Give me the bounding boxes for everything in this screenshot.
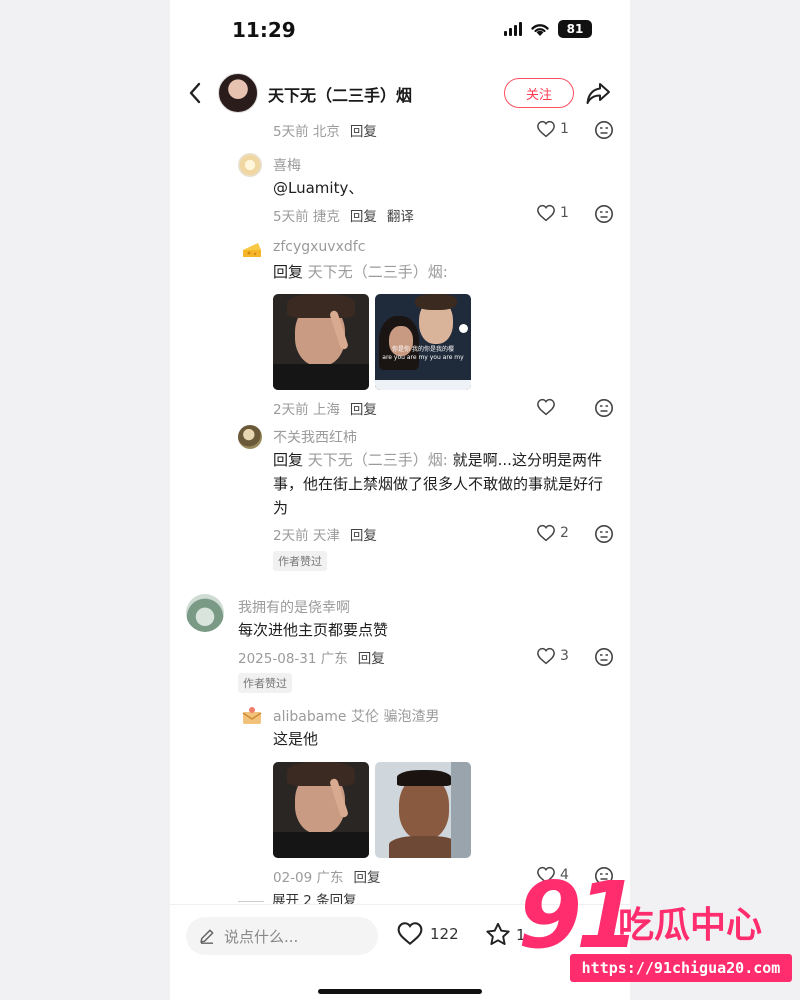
comment-text: 回复 天下无（二三手）烟: 就是啊...这分明是两件 事，他在街上禁烟做了很多人… bbox=[273, 451, 604, 517]
star-icon bbox=[486, 922, 510, 946]
author-liked-badge: 作者赞过 bbox=[273, 551, 327, 571]
comment-text: 这是他 bbox=[273, 730, 319, 748]
comment-text: 每次进他主页都要点赞 bbox=[238, 621, 389, 639]
comment-meta: 2天前 上海 回复 bbox=[273, 402, 377, 418]
back-icon[interactable] bbox=[184, 80, 208, 106]
heart-icon bbox=[537, 524, 555, 542]
follow-button[interactable]: 关注 bbox=[504, 78, 574, 108]
like-button[interactable]: 1 bbox=[536, 204, 569, 222]
battery-indicator: 81 bbox=[558, 20, 592, 38]
heart-icon bbox=[397, 922, 423, 946]
user-avatar[interactable] bbox=[238, 425, 262, 449]
reply-target[interactable]: 天下无（二三手）烟: bbox=[308, 451, 448, 469]
like-button[interactable]: 3 bbox=[536, 647, 569, 665]
author-liked-badge: 作者赞过 bbox=[238, 673, 292, 693]
reply-target[interactable]: 天下无（二三手）烟: bbox=[308, 263, 448, 281]
user-avatar[interactable] bbox=[240, 704, 264, 728]
reply-link[interactable]: 回复 bbox=[350, 528, 377, 544]
comment-image[interactable] bbox=[273, 294, 369, 390]
user-avatar[interactable] bbox=[238, 153, 262, 177]
like-button[interactable] bbox=[536, 398, 556, 416]
comment-text: 回复 天下无（二三手）烟: bbox=[273, 263, 448, 281]
dislike-emoji-icon[interactable] bbox=[594, 398, 614, 418]
heart-icon bbox=[537, 647, 555, 665]
comment-image[interactable]: 你是你 我的你是我的樱 are you are my you are my bbox=[375, 294, 471, 390]
comment-image[interactable] bbox=[375, 762, 471, 858]
user-avatar[interactable] bbox=[240, 238, 264, 262]
user-avatar[interactable] bbox=[186, 594, 224, 632]
comment-input[interactable]: 说点什么... bbox=[186, 917, 378, 955]
comment-username[interactable]: alibabame 艾伦 骗泡渣男 bbox=[273, 706, 439, 726]
header: 天下无（二三手）烟 关注 bbox=[170, 68, 630, 118]
comment-meta: 5天前 捷克 回复 翻译 bbox=[273, 209, 414, 225]
share-icon[interactable] bbox=[584, 80, 612, 106]
reply-link[interactable]: 回复 bbox=[350, 402, 377, 418]
signal-icon bbox=[504, 22, 522, 36]
watermark-logo: 91 吃瓜中心 https://91chigua20.com bbox=[510, 866, 796, 990]
watermark-url: https://91chigua20.com bbox=[570, 954, 792, 982]
comment-meta: 02-09 广东 回复 bbox=[273, 870, 381, 886]
dislike-emoji-icon[interactable] bbox=[594, 120, 614, 140]
comment-meta: 5天前 北京 回复 bbox=[273, 124, 377, 140]
comment-image[interactable] bbox=[273, 762, 369, 858]
like-button[interactable]: 1 bbox=[536, 120, 569, 138]
post-like-button[interactable]: 122 bbox=[396, 921, 459, 946]
watermark-brand: 吃瓜中心 bbox=[618, 905, 763, 946]
comment-meta: 2025-08-31 广东 回复 bbox=[238, 651, 385, 667]
reply-link[interactable]: 回复 bbox=[350, 124, 377, 140]
pencil-icon bbox=[200, 929, 214, 944]
wifi-icon bbox=[531, 23, 549, 36]
heart-icon bbox=[537, 204, 555, 222]
watermark-number: 91 bbox=[518, 862, 640, 969]
comment-text: @Luamity、 bbox=[273, 179, 364, 197]
phone-screen: 11:29 81 天下无（二三手）烟 关注 5天前 北京 回复 1 喜梅 @Lua… bbox=[170, 0, 630, 1000]
dislike-emoji-icon[interactable] bbox=[594, 647, 614, 667]
expand-replies[interactable]: 展开 2 条回复 bbox=[238, 889, 357, 904]
status-time: 11:29 bbox=[232, 18, 296, 42]
comment-username[interactable]: 我拥有的是侥幸啊 bbox=[238, 597, 350, 617]
author-title[interactable]: 天下无（二三手）烟 bbox=[268, 82, 412, 106]
reply-link[interactable]: 回复 bbox=[358, 651, 385, 667]
comment-meta: 2天前 天津 回复 bbox=[273, 528, 377, 544]
reply-link[interactable]: 回复 bbox=[350, 209, 377, 225]
heart-icon bbox=[537, 398, 555, 416]
comment-list[interactable]: 5天前 北京 回复 1 喜梅 @Luamity、 5天前 捷克 回复 翻译 1 zfc… bbox=[170, 118, 630, 904]
dislike-emoji-icon[interactable] bbox=[594, 204, 614, 224]
dislike-emoji-icon[interactable] bbox=[594, 524, 614, 544]
comment-username[interactable]: 喜梅 bbox=[273, 155, 301, 175]
author-avatar[interactable] bbox=[218, 73, 258, 113]
heart-icon bbox=[537, 120, 555, 138]
home-indicator bbox=[318, 989, 482, 994]
comment-username[interactable]: zfcygxuvxdfc bbox=[273, 239, 365, 255]
translate-link[interactable]: 翻译 bbox=[387, 209, 414, 225]
like-button[interactable]: 2 bbox=[536, 524, 569, 542]
reply-link[interactable]: 回复 bbox=[354, 870, 381, 886]
comment-username[interactable]: 不关我西红柿 bbox=[273, 427, 357, 447]
status-icons: 81 bbox=[504, 20, 592, 38]
